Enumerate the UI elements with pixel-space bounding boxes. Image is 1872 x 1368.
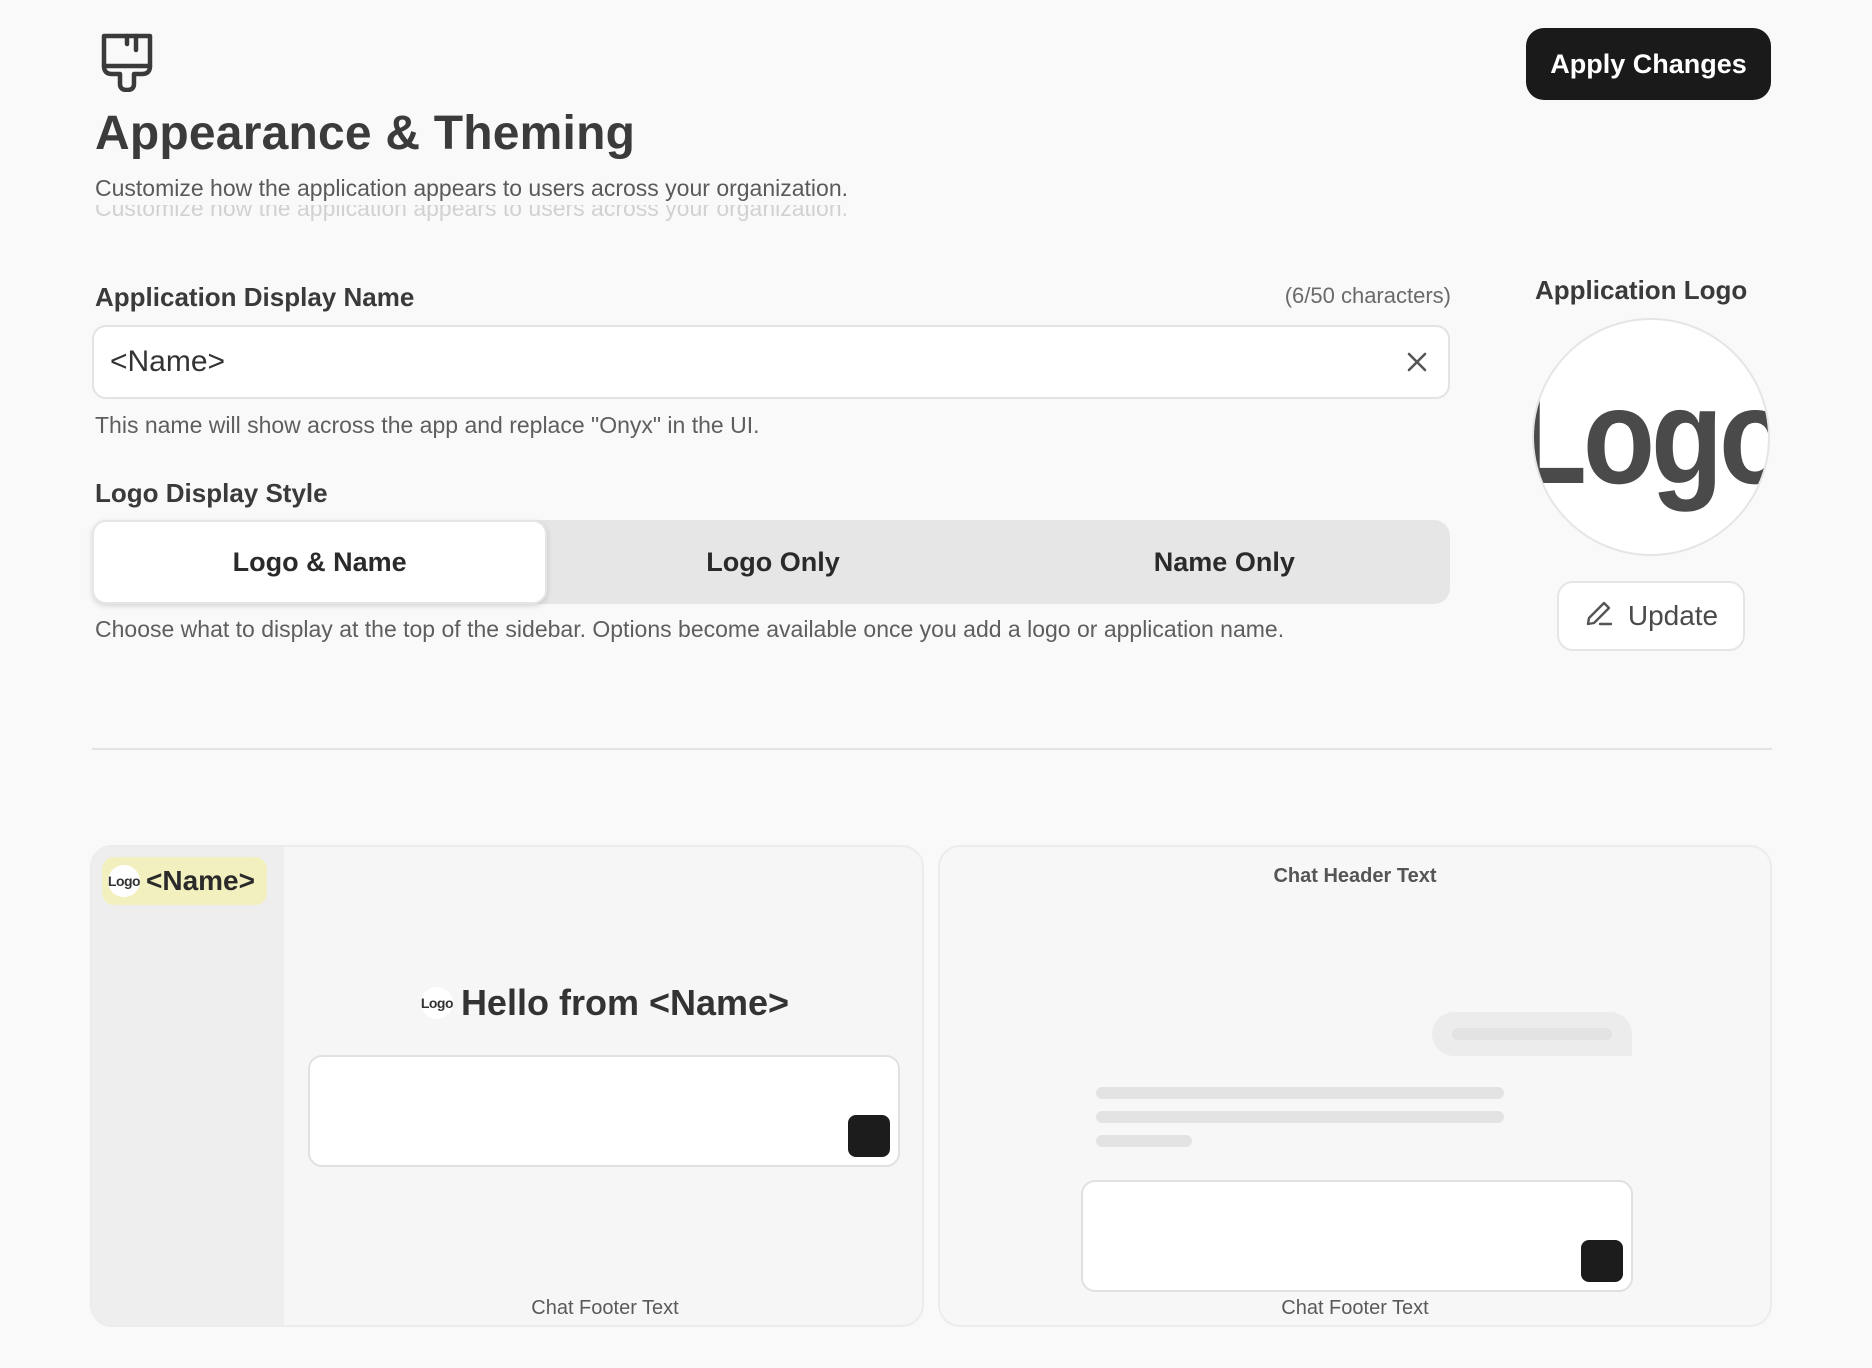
application-logo-image: Logo — [1532, 318, 1770, 556]
preview-response-line — [1096, 1135, 1192, 1147]
display-name-label: Application Display Name — [95, 282, 415, 312]
preview-footer-text: Chat Footer Text — [531, 1297, 679, 1319]
preview-sidebar-chat: Logo <Name> Logo Hello from <Name> Chat … — [90, 845, 924, 1327]
pencil-icon — [1584, 598, 1614, 635]
logo-wordmark: Logo — [1534, 361, 1768, 513]
update-logo-button[interactable]: Update — [1557, 581, 1745, 651]
preview-sidebar-brand: Logo <Name> — [102, 857, 267, 905]
preview-chat-input — [1081, 1180, 1633, 1292]
preview-greeting: Logo Hello from <Name> — [284, 982, 922, 1024]
preview-chat-header-text: Chat Header Text — [1273, 865, 1437, 887]
apply-changes-button[interactable]: Apply Changes — [1526, 28, 1771, 100]
logo-style-help: Choose what to display at the top of the… — [95, 616, 1285, 642]
preview-chat-conversation: Chat Header Text Chat Footer Text — [938, 845, 1772, 1327]
page-title: Appearance & Theming — [95, 107, 636, 160]
preview-brand-logo: Logo — [108, 865, 140, 897]
preview-brand-name: <Name> — [146, 865, 255, 896]
display-name-field[interactable] — [92, 325, 1450, 399]
preview-user-message-line — [1452, 1028, 1612, 1040]
preview-sidebar — [92, 847, 284, 1325]
preview-greeting-text: Hello from <Name> — [460, 982, 790, 1023]
logo-style-segmented-control: Logo & Name Logo Only Name Only — [92, 520, 1450, 604]
display-name-input[interactable] — [110, 345, 1402, 379]
preview-response-line — [1096, 1111, 1504, 1123]
character-count: (6/50 characters) — [1284, 283, 1451, 308]
display-name-help: This name will show across the app and r… — [95, 412, 760, 438]
preview-send-button — [848, 1115, 890, 1157]
preview-footer-text: Chat Footer Text — [1281, 1297, 1429, 1319]
preview-greeting-logo: Logo — [420, 987, 453, 1019]
preview-response-line — [1096, 1087, 1504, 1099]
preview-chat-input — [308, 1055, 900, 1167]
update-logo-label: Update — [1627, 600, 1719, 631]
paintbrush-icon — [100, 32, 154, 93]
section-divider — [92, 748, 1772, 750]
logo-style-option-logo-only[interactable]: Logo Only — [547, 520, 998, 604]
close-icon[interactable] — [1402, 347, 1432, 377]
logo-style-option-logo-and-name[interactable]: Logo & Name — [92, 520, 548, 604]
ghost-subtitle: Customize how the application appears to… — [95, 205, 849, 221]
logo-style-label: Logo Display Style — [95, 478, 328, 508]
application-logo-label: Application Logo — [1535, 275, 1748, 305]
preview-send-button — [1581, 1240, 1623, 1282]
page-subtitle: Customize how the application appears to… — [95, 175, 849, 201]
logo-style-option-name-only[interactable]: Name Only — [999, 520, 1450, 604]
preview-user-message — [1432, 1012, 1632, 1056]
